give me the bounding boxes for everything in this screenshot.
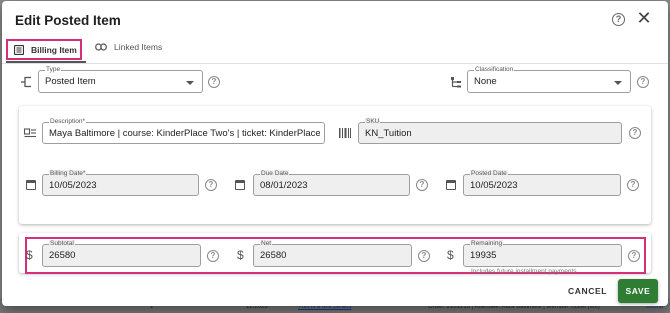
tree-icon [451, 77, 461, 88]
link-icon [95, 43, 107, 51]
help-icon[interactable]: ? [627, 179, 639, 191]
barcode-icon [339, 128, 351, 138]
tab-billing-item[interactable]: Billing Item [6, 39, 82, 60]
dialog-title: Edit Posted Item [15, 13, 121, 28]
chevron-down-icon [614, 81, 622, 85]
field-value: 19935 [470, 250, 497, 261]
close-icon[interactable]: ✕ [636, 9, 652, 27]
field-value: None [474, 76, 497, 87]
posted-date-field[interactable]: Posted Date 10/05/2023 [463, 170, 621, 196]
tab-linked-items[interactable]: Linked Items [95, 42, 162, 52]
calendar-icon[interactable] [235, 180, 245, 190]
save-button[interactable]: SAVE [618, 279, 658, 303]
help-icon[interactable]: ? [637, 76, 649, 88]
description-field[interactable]: Description* Maya Baltimore | course: Ki… [42, 118, 325, 144]
calendar-icon[interactable] [26, 180, 36, 190]
dollar-icon: $ [447, 248, 454, 262]
chevron-down-icon [186, 81, 194, 85]
field-value: 08/01/2023 [260, 179, 308, 191]
description-icon [24, 128, 36, 138]
net-field[interactable]: Net 26580 [253, 240, 412, 267]
tab-label: Billing Item [31, 44, 77, 55]
remaining-field[interactable]: Remaining 19935 [463, 240, 622, 267]
calendar-icon[interactable] [446, 180, 456, 190]
type-select[interactable]: Type Posted Item [38, 66, 203, 93]
classification-select[interactable]: Classification None [467, 66, 631, 93]
help-icon[interactable]: ? [418, 250, 430, 262]
sku-field[interactable]: SKU KN_Tuition [358, 118, 622, 144]
help-icon[interactable]: ? [416, 179, 428, 191]
field-value: KN_Tuition [365, 127, 412, 139]
field-value: Posted Item [45, 76, 96, 87]
divider [2, 63, 668, 64]
due-date-field[interactable]: Due Date 08/01/2023 [253, 170, 410, 196]
field-value: 10/05/2023 [470, 179, 518, 191]
help-icon[interactable]: ? [205, 179, 217, 191]
field-value: Maya Baltimore | course: KinderPlace Two… [49, 127, 320, 139]
cancel-button[interactable]: CANCEL [568, 286, 607, 296]
help-icon[interactable]: ? [208, 76, 220, 88]
dollar-icon: $ [26, 248, 33, 262]
subtotal-field[interactable]: Subtotal 26580 [42, 240, 201, 267]
billing-date-field[interactable]: Billing Date* 10/05/2023 [42, 170, 199, 196]
hierarchy-icon [21, 76, 31, 88]
dollar-icon: $ [237, 248, 244, 262]
field-value: 26580 [49, 250, 76, 261]
help-icon[interactable]: ? [629, 127, 641, 139]
list-icon [14, 44, 24, 55]
edit-posted-item-dialog: Edit Posted Item ? ✕ Billing Item Linked… [2, 1, 668, 306]
tab-label: Linked Items [114, 42, 163, 52]
help-icon[interactable]: ? [207, 250, 219, 262]
help-icon[interactable]: ? [628, 250, 640, 262]
help-icon[interactable]: ? [612, 13, 625, 26]
remaining-hint: Includes future installment payments [471, 268, 577, 275]
field-value: 10/05/2023 [49, 179, 97, 191]
field-value: 26580 [260, 250, 287, 261]
